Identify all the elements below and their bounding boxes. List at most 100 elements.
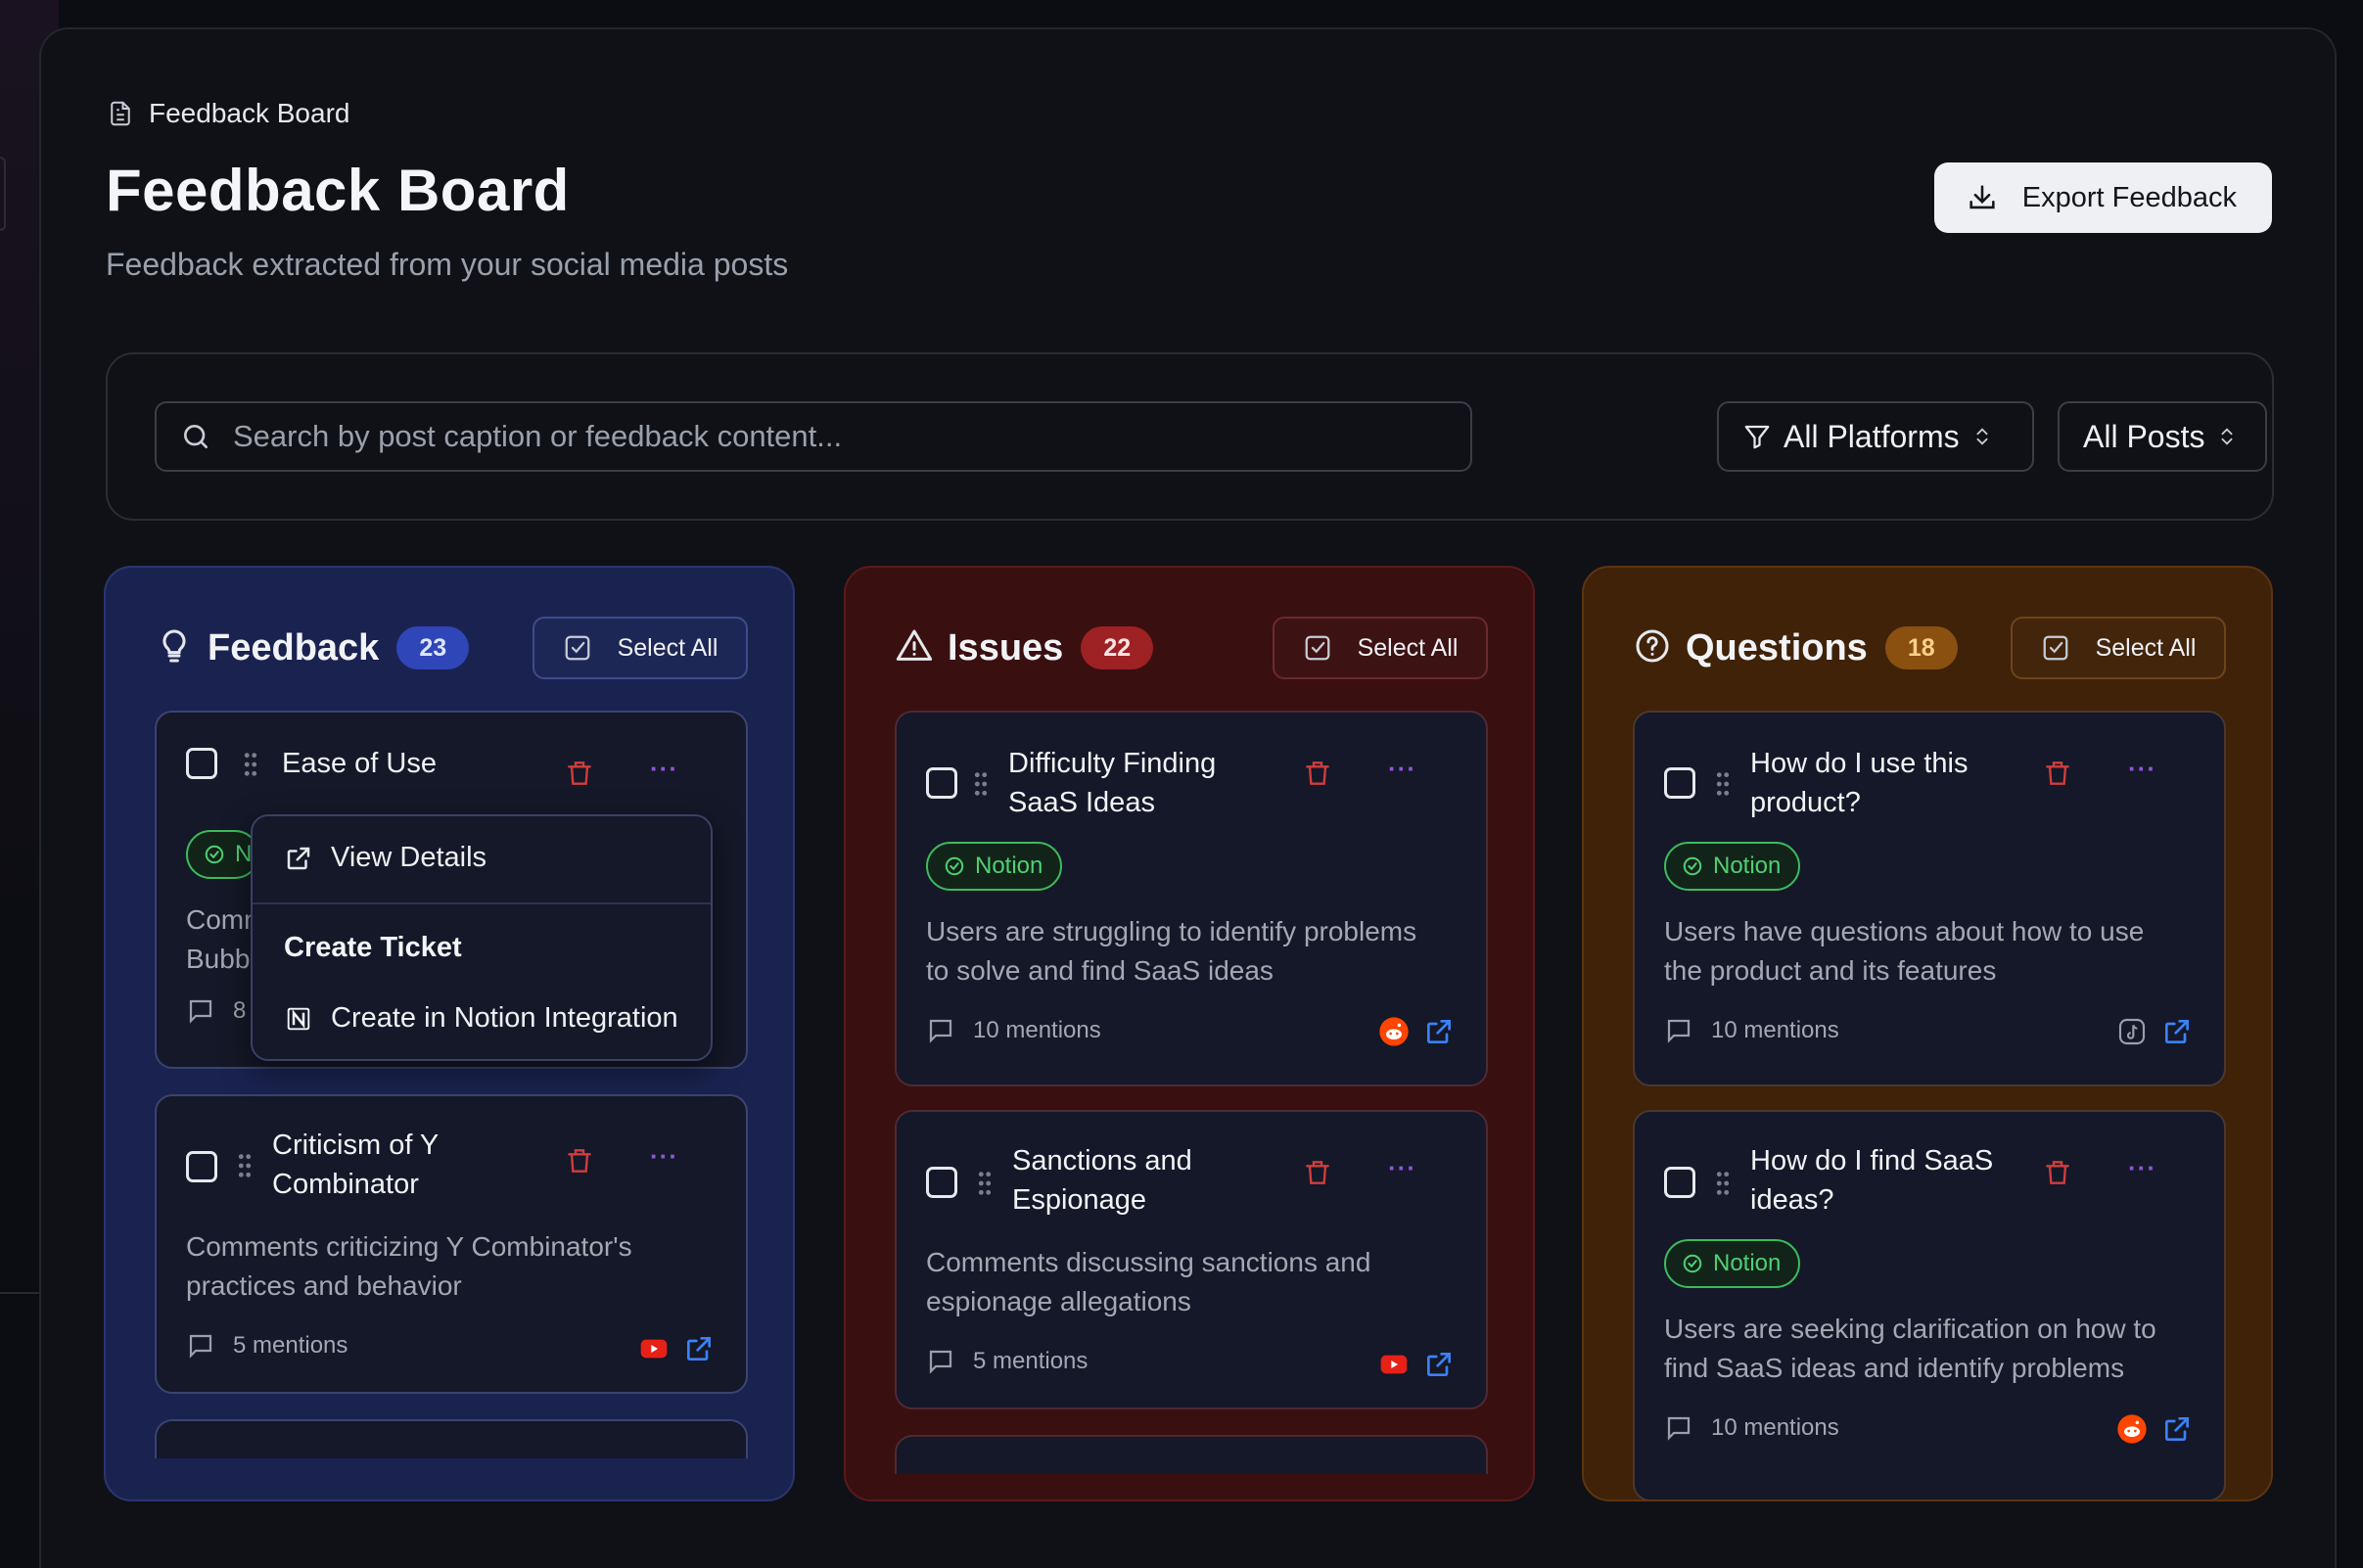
card-checkbox[interactable] bbox=[926, 1167, 957, 1198]
select-all-button[interactable]: Select All bbox=[1273, 617, 1488, 679]
card-checkbox[interactable] bbox=[926, 767, 957, 799]
more-options-button[interactable]: ··· bbox=[2128, 754, 2156, 784]
drag-handle-icon[interactable] bbox=[243, 752, 258, 777]
select-all-label: Select All bbox=[1357, 633, 1459, 662]
check-circle-icon bbox=[1683, 856, 1702, 876]
card-partial bbox=[155, 1419, 748, 1458]
column-title: Issues bbox=[948, 626, 1064, 669]
posts-select[interactable]: All Posts bbox=[2058, 401, 2267, 472]
drag-handle-icon[interactable] bbox=[237, 1153, 253, 1178]
chevron-updown-icon bbox=[2221, 428, 2233, 445]
card-title: Ease of Use bbox=[282, 748, 437, 779]
mentions-count: 5 mentions bbox=[926, 1347, 1088, 1376]
question-card[interactable]: How do I use this product? ··· Notion Us… bbox=[1633, 711, 2226, 1086]
search-box[interactable] bbox=[155, 401, 1472, 472]
notion-tag: N bbox=[186, 830, 260, 879]
notion-tag: Notion bbox=[1664, 1239, 1801, 1288]
title-line: product? bbox=[1750, 787, 1861, 818]
youtube-icon bbox=[1380, 1355, 1408, 1374]
page-subtitle: Feedback extracted from your social medi… bbox=[106, 247, 789, 282]
mentions-count: 8 bbox=[186, 996, 246, 1026]
more-options-button[interactable]: ··· bbox=[650, 1141, 678, 1172]
trash-icon[interactable] bbox=[1302, 758, 1333, 789]
card-checkbox[interactable] bbox=[1664, 767, 1695, 799]
mentions-label: 5 mentions bbox=[973, 1348, 1089, 1374]
card-context-menu: View Details Create Ticket Create in Not… bbox=[251, 814, 713, 1061]
drag-handle-icon[interactable] bbox=[1715, 771, 1731, 797]
create-notion-menu-item[interactable]: Create in Notion Integration bbox=[284, 1002, 678, 1035]
title-line: SaaS Ideas bbox=[1008, 787, 1155, 818]
more-options-button[interactable]: ··· bbox=[2128, 1153, 2156, 1183]
notion-tag-label: Notion bbox=[975, 853, 1043, 879]
external-link-icon[interactable] bbox=[2161, 1016, 2193, 1047]
more-options-button[interactable]: ··· bbox=[1388, 754, 1416, 784]
card-partial bbox=[895, 1435, 1488, 1474]
export-feedback-button[interactable]: Export Feedback bbox=[1933, 162, 2272, 233]
issue-card[interactable]: Sanctions and Espionage ··· Comments dis… bbox=[895, 1110, 1488, 1409]
mentions-count: 10 mentions bbox=[1664, 1016, 1839, 1045]
title-line: Espionage bbox=[1012, 1184, 1147, 1216]
comment-icon bbox=[1667, 1019, 1691, 1043]
more-options-button[interactable]: ··· bbox=[1388, 1153, 1416, 1183]
question-card[interactable]: How do I find SaaS ideas? ··· Notion Use… bbox=[1633, 1110, 2226, 1499]
count-badge: 22 bbox=[1081, 626, 1154, 669]
external-link-icon[interactable] bbox=[683, 1333, 715, 1364]
card-description: Users have questions about how to use th… bbox=[1664, 912, 2212, 991]
sidebar-divider bbox=[0, 1292, 39, 1294]
desc-line: Comments discussing sanctions and bbox=[926, 1247, 1371, 1277]
questions-column: Questions 18 Select All How do I use thi… bbox=[1582, 566, 2273, 1501]
view-details-menu-item[interactable]: View Details bbox=[284, 842, 486, 874]
external-link-icon[interactable] bbox=[1423, 1349, 1455, 1380]
desc-line: to solve and find SaaS ideas bbox=[926, 955, 1274, 986]
card-checkbox[interactable] bbox=[186, 1151, 217, 1182]
trash-icon[interactable] bbox=[2042, 758, 2073, 789]
filter-bar: All Platforms All Posts bbox=[106, 352, 2274, 521]
desc-line: Users are seeking clarification on how t… bbox=[1664, 1314, 2156, 1344]
platform-select[interactable]: All Platforms bbox=[1717, 401, 2034, 472]
more-options-button[interactable]: ··· bbox=[650, 754, 678, 784]
issue-card[interactable]: Difficulty Finding SaaS Ideas ··· Notion… bbox=[895, 711, 1488, 1086]
mentions-count: 5 mentions bbox=[186, 1331, 348, 1360]
search-input[interactable] bbox=[233, 419, 1408, 454]
select-all-button[interactable]: Select All bbox=[2011, 617, 2226, 679]
mentions-count: 10 mentions bbox=[926, 1016, 1101, 1045]
page-title: Feedback Board bbox=[106, 158, 570, 223]
card-title: How do I find SaaS ideas? bbox=[1750, 1141, 1993, 1220]
drag-handle-icon[interactable] bbox=[1715, 1171, 1731, 1196]
drag-handle-icon[interactable] bbox=[973, 771, 989, 797]
title-line: How do I use this bbox=[1750, 748, 1969, 779]
select-all-button[interactable]: Select All bbox=[533, 617, 748, 679]
breadcrumb-label: Feedback Board bbox=[149, 98, 350, 128]
external-link-icon bbox=[287, 847, 310, 869]
view-details-label: View Details bbox=[331, 842, 487, 873]
desc-line: the product and its features bbox=[1664, 955, 1997, 986]
comment-icon bbox=[189, 999, 212, 1024]
sidebar-edge bbox=[0, 157, 6, 231]
platform-select-value: All Platforms bbox=[1784, 418, 1960, 454]
trash-icon[interactable] bbox=[564, 758, 595, 789]
title-line: How do I find SaaS bbox=[1750, 1145, 1994, 1176]
card-checkbox[interactable] bbox=[186, 748, 217, 779]
desc-line: espionage allegations bbox=[926, 1286, 1191, 1316]
create-notion-label: Create in Notion Integration bbox=[331, 1002, 678, 1034]
trash-icon[interactable] bbox=[1302, 1157, 1333, 1188]
notion-tag: Notion bbox=[1664, 842, 1801, 891]
desc-line: Comments criticizing Y Combinator's bbox=[186, 1231, 632, 1262]
tiktok-icon bbox=[2118, 1018, 2146, 1045]
column-title: Questions bbox=[1686, 626, 1868, 669]
trash-icon[interactable] bbox=[564, 1145, 595, 1176]
mentions-label: 10 mentions bbox=[1711, 1414, 1839, 1441]
count-badge: 23 bbox=[396, 626, 470, 669]
external-link-icon[interactable] bbox=[2161, 1413, 2193, 1445]
card-checkbox[interactable] bbox=[1664, 1167, 1695, 1198]
feedback-card[interactable]: Criticism of Y Combinator ··· Comments c… bbox=[155, 1094, 748, 1394]
checkbox-icon bbox=[1305, 635, 1329, 661]
drag-handle-icon[interactable] bbox=[977, 1171, 993, 1196]
youtube-icon bbox=[640, 1339, 668, 1359]
external-link-icon[interactable] bbox=[1423, 1016, 1455, 1047]
check-circle-icon bbox=[1683, 1254, 1702, 1273]
desc-line: practices and behavior bbox=[186, 1270, 462, 1301]
export-label: Export Feedback bbox=[2021, 181, 2237, 213]
title-line: Criticism of Y bbox=[272, 1130, 440, 1161]
trash-icon[interactable] bbox=[2042, 1157, 2073, 1188]
